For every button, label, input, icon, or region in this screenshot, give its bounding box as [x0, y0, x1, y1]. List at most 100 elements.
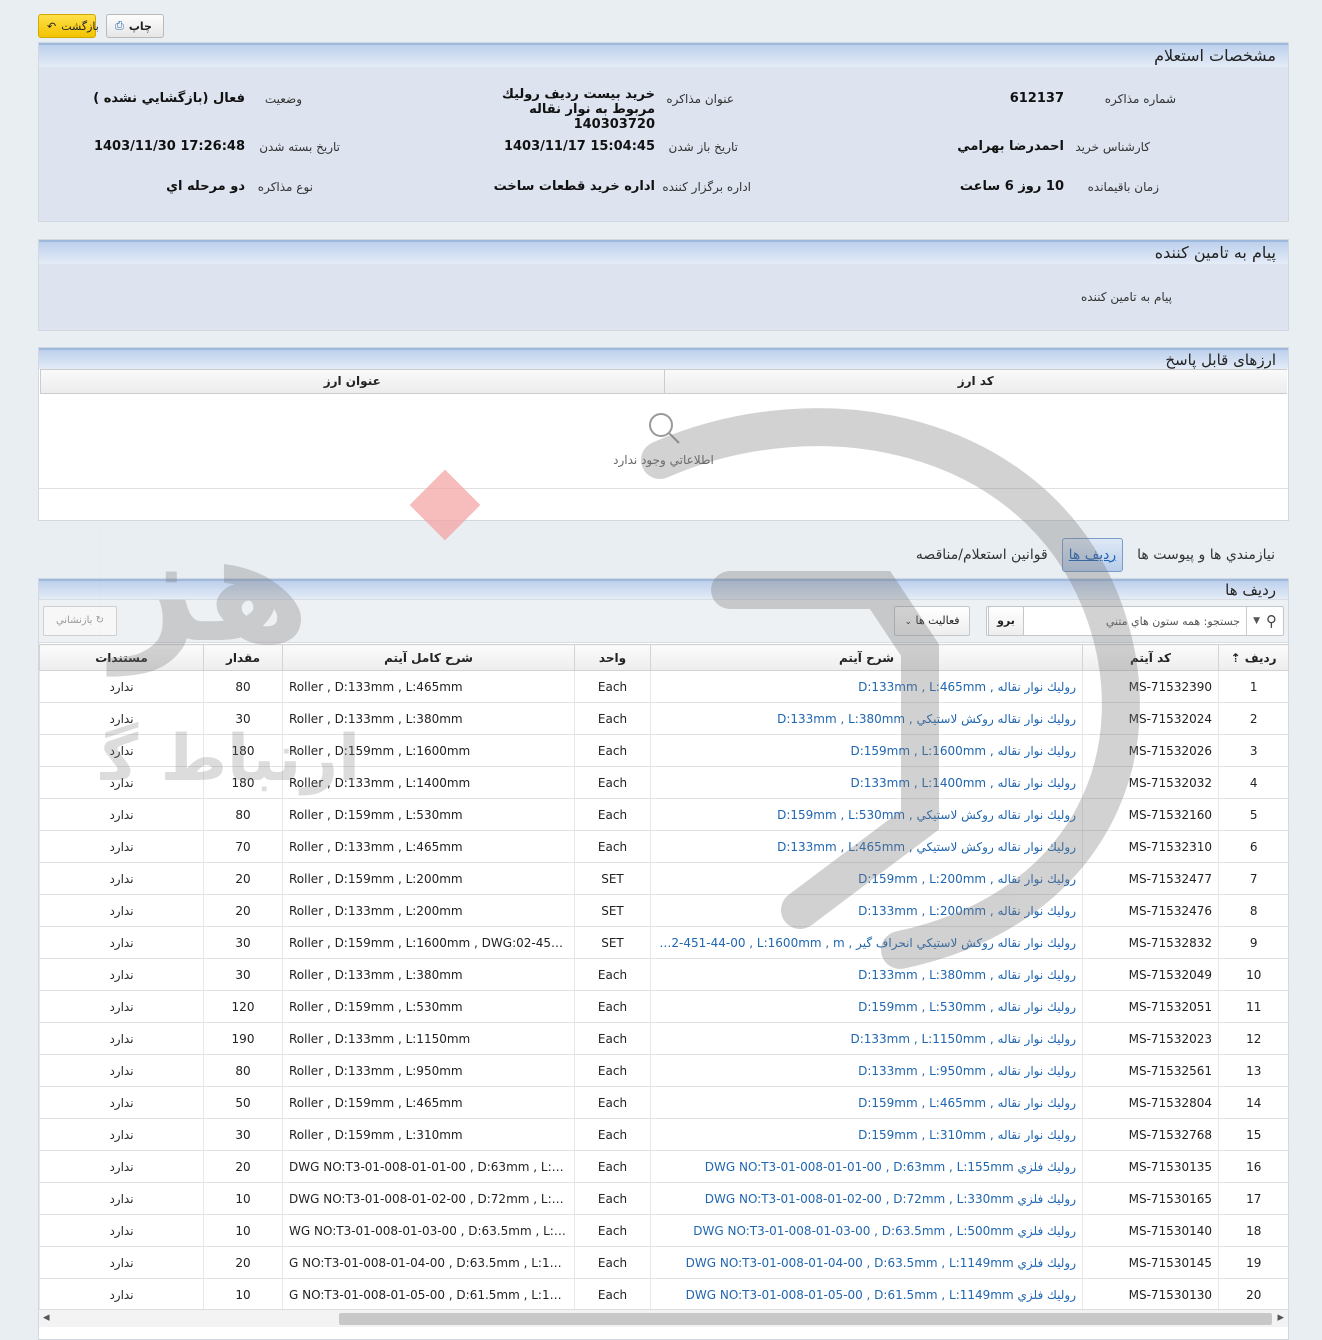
cell-item-description[interactable]: روليك نوار نقاله , D:159mm , L:465mm	[650, 1086, 1083, 1119]
currency-code-column[interactable]: كد ارز	[663, 370, 1288, 393]
col-full-description[interactable]: شرح كامل آيتم	[282, 644, 575, 671]
cell-full-description: Roller , D:159mm , L:1600mm	[282, 734, 575, 767]
cell-item-code: MS-71532561	[1082, 1054, 1219, 1087]
cell-item-description[interactable]: روليك نوار نقاله , D:133mm , L:200mm	[650, 894, 1083, 927]
currencies-table-header: عنوان ارز كد ارز	[40, 369, 1287, 394]
tab-bar: نيازمندي ها و پيوست ها رديف ها قوانين اس…	[910, 538, 1281, 572]
cell-item-description[interactable]: روليك نوار نقاله روكش لاستيكي , D:133mm …	[650, 830, 1083, 863]
cell-quantity: 20	[203, 862, 283, 895]
cell-item-description[interactable]: روليك فلزي DWG NO:T3-01-008-01-02-00 , D…	[650, 1182, 1083, 1215]
negotiation-title-label: عنوان مذاکره	[666, 92, 734, 106]
table-row[interactable]: 3 MS-71532026 روليك نوار نقاله , D:159mm ,…	[39, 734, 1289, 767]
table-row[interactable]: 15 MS-71532768 روليك نوار نقاله , D:159mm …	[39, 1118, 1289, 1151]
cell-item-code: MS-71532024	[1082, 702, 1219, 735]
go-button[interactable]: برو	[988, 606, 1024, 636]
search-icon[interactable]: ⚲	[1266, 612, 1277, 630]
cell-unit: Each	[574, 1086, 651, 1119]
col-row-number[interactable]: رديف ⇡	[1218, 644, 1289, 671]
cell-documents: ندارد	[39, 766, 204, 799]
chevron-down-icon[interactable]: ▼	[1253, 616, 1260, 626]
organizer-label: اداره برگزار كننده	[662, 180, 751, 194]
rows-panel-title: رديف ها	[39, 579, 1288, 599]
scrollbar-thumb[interactable]	[339, 1313, 1272, 1325]
scroll-left-icon[interactable]: ◂	[43, 1310, 50, 1325]
cell-item-description[interactable]: روليك نوار نقاله , D:133mm , L:950mm	[650, 1054, 1083, 1087]
table-row[interactable]: 4 MS-71532032 روليك نوار نقاله , D:133mm ,…	[39, 766, 1289, 799]
cell-item-description[interactable]: روليك نوار نقاله , D:133mm , L:1400mm	[650, 766, 1083, 799]
table-row[interactable]: 11 MS-71532051 روليك نوار نقاله , D:159mm …	[39, 990, 1289, 1023]
open-date-value: 1403/11/17 15:04:45	[503, 139, 655, 154]
table-row[interactable]: 6 MS-71532310 روليك نوار نقاله روكش لاستيك…	[39, 830, 1289, 863]
search-input[interactable]: ⚲ ▼ جستجو: همه ستون هاي متني	[986, 606, 1284, 636]
cell-full-description: Roller , D:159mm , L:200mm	[282, 862, 575, 895]
cell-item-code: MS-71530165	[1082, 1182, 1219, 1215]
cell-unit: SET	[574, 862, 651, 895]
buyer-value: احمدرضا بهرامي	[957, 139, 1064, 154]
table-row[interactable]: 12 MS-71532023 روليك نوار نقاله , D:133mm …	[39, 1022, 1289, 1055]
cell-item-description[interactable]: روليك نوار نقاله , D:159mm , L:1600mm	[650, 734, 1083, 767]
col-item-description[interactable]: شرح آيتم	[650, 644, 1083, 671]
table-row[interactable]: 16 MS-71530135 روليك فلزي DWG NO:T3-01-008…	[39, 1150, 1289, 1183]
cell-item-description[interactable]: روليك نوار نقاله , D:133mm , L:380mm	[650, 958, 1083, 991]
tab-requirements[interactable]: نيازمندي ها و پيوست ها	[1131, 539, 1281, 571]
table-row[interactable]: 7 MS-71532477 روليك نوار نقاله , D:159mm ,…	[39, 862, 1289, 895]
reset-button[interactable]: بازنشاني ↻	[43, 606, 117, 636]
cell-row-number: 6	[1218, 830, 1289, 863]
col-item-code[interactable]: كد آيتم	[1082, 644, 1219, 671]
cell-unit: Each	[574, 766, 651, 799]
cell-item-description[interactable]: روليك نوار نقاله روكش لاستيكي , D:133mm …	[650, 702, 1083, 735]
table-row[interactable]: 8 MS-71532476 روليك نوار نقاله , D:133mm ,…	[39, 894, 1289, 927]
search-divider	[1246, 607, 1248, 635]
cell-item-description[interactable]: روليك نوار نقاله , D:133mm , L:1150mm	[650, 1022, 1083, 1055]
actions-menu-button[interactable]: فعاليت ها ⌄	[894, 606, 970, 636]
table-row[interactable]: 19 MS-71530145 روليك فلزي DWG NO:T3-01-008…	[39, 1246, 1289, 1279]
cell-quantity: 30	[203, 702, 283, 735]
table-row[interactable]: 9 MS-71532832 روليك نوار نقاله روكش لاستيك…	[39, 926, 1289, 959]
cell-item-description[interactable]: روليك فلزي DWG NO:T3-01-008-01-05-00 , D…	[650, 1278, 1083, 1311]
cell-documents: ندارد	[39, 1118, 204, 1151]
table-row[interactable]: 10 MS-71532049 روليك نوار نقاله , D:133mm …	[39, 958, 1289, 991]
tab-rules[interactable]: قوانين استعلام/مناقصه	[910, 539, 1054, 571]
table-row[interactable]: 2 MS-71532024 روليك نوار نقاله روكش لاستيك…	[39, 702, 1289, 735]
table-row[interactable]: 1 MS-71532390 روليك نوار نقاله , D:133mm ,…	[39, 670, 1289, 703]
cell-unit: Each	[574, 1054, 651, 1087]
horizontal-scrollbar[interactable]: ◂ ▸	[39, 1309, 1288, 1327]
remaining-value: 10 روز 6 ساعت	[959, 179, 1064, 194]
cell-item-description[interactable]: روليك نوار نقاله , D:159mm , L:310mm	[650, 1118, 1083, 1151]
col-unit[interactable]: واحد	[574, 644, 651, 671]
cell-item-description[interactable]: روليك فلزي DWG NO:T3-01-008-01-03-00 , D…	[650, 1214, 1083, 1247]
cell-item-code: MS-71532310	[1082, 830, 1219, 863]
scroll-right-icon[interactable]: ▸	[1277, 1310, 1284, 1325]
close-date-label: تاريخ بسته شدن	[259, 140, 340, 154]
cell-item-code: MS-71530135	[1082, 1150, 1219, 1183]
cell-item-description[interactable]: روليك فلزي DWG NO:T3-01-008-01-04-00 , D…	[650, 1246, 1083, 1279]
table-row[interactable]: 13 MS-71532561 روليك نوار نقاله , D:133mm …	[39, 1054, 1289, 1087]
cell-item-description[interactable]: روليك نوار نقاله , D:159mm , L:530mm	[650, 990, 1083, 1023]
cell-item-code: MS-71532832	[1082, 926, 1219, 959]
print-button[interactable]: ⎙ چاپ	[106, 14, 164, 38]
table-row[interactable]: 17 MS-71530165 روليك فلزي DWG NO:T3-01-008…	[39, 1182, 1289, 1215]
cell-item-description[interactable]: روليك فلزي DWG NO:T3-01-008-01-01-00 , D…	[650, 1150, 1083, 1183]
cell-documents: ندارد	[39, 926, 204, 959]
type-label: نوع مذاکره	[257, 180, 313, 194]
cell-full-description: Roller , D:159mm , L:1600mm , DWG:02-451…	[282, 926, 575, 959]
tab-rows[interactable]: رديف ها	[1061, 538, 1124, 572]
table-row[interactable]: 5 MS-71532160 روليك نوار نقاله روكش لاستيك…	[39, 798, 1289, 831]
cell-item-description[interactable]: روليك نوار نقاله روكش لاستيكي انحراف گير…	[650, 926, 1083, 959]
cell-quantity: 180	[203, 734, 283, 767]
negotiation-number: 612137	[1009, 91, 1064, 106]
table-row[interactable]: 20 MS-71530130 روليك فلزي DWG NO:T3-01-008…	[39, 1278, 1289, 1311]
back-button[interactable]: ↶ بازگشت	[38, 14, 99, 38]
message-field-label: پيام به تامين كننده	[1081, 290, 1172, 304]
cell-item-description[interactable]: روليك نوار نقاله روكش لاستيكي , D:159mm …	[650, 798, 1083, 831]
cell-quantity: 80	[203, 670, 283, 703]
table-row[interactable]: 18 MS-71530140 روليك فلزي DWG NO:T3-01-008…	[39, 1214, 1289, 1247]
col-documents[interactable]: مستندات	[39, 644, 204, 671]
cell-item-description[interactable]: روليك نوار نقاله , D:133mm , L:465mm	[650, 670, 1083, 703]
cell-item-description[interactable]: روليك نوار نقاله , D:159mm , L:200mm	[650, 862, 1083, 895]
cell-item-code: MS-71532051	[1082, 990, 1219, 1023]
table-row[interactable]: 14 MS-71532804 روليك نوار نقاله , D:159mm …	[39, 1086, 1289, 1119]
col-quantity[interactable]: مقدار	[203, 644, 283, 671]
currency-title-column[interactable]: عنوان ارز	[40, 370, 664, 393]
cell-documents: ندارد	[39, 1278, 204, 1311]
